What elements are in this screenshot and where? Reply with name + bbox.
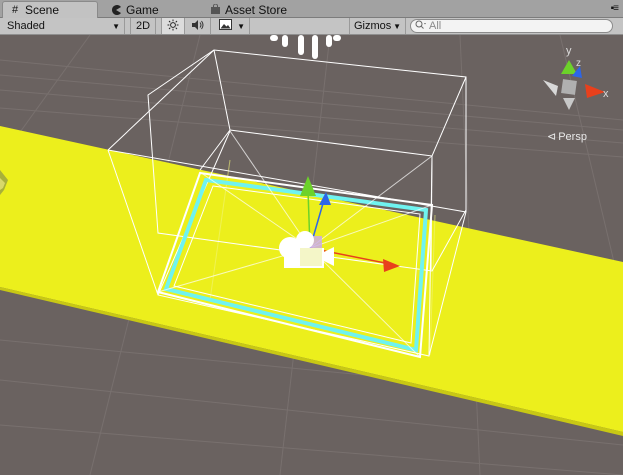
window-menu-icon[interactable]: ▪≡ bbox=[611, 3, 619, 14]
gizmos-dropdown[interactable]: Gizmos ▼ bbox=[349, 18, 406, 34]
search-input[interactable] bbox=[429, 20, 599, 32]
projection-toggle[interactable]: ⊲ Persp bbox=[547, 130, 587, 144]
search-field[interactable] bbox=[410, 19, 613, 33]
tab-game[interactable]: Game bbox=[104, 1, 194, 18]
dropdown-arrow-icon: ▼ bbox=[237, 21, 245, 31]
search-icon bbox=[415, 20, 427, 33]
2d-toggle-label: 2D bbox=[135, 20, 151, 32]
lighting-toggle-button[interactable] bbox=[161, 18, 185, 34]
store-bag-icon bbox=[209, 4, 221, 16]
scene-toolbar: Shaded ▼ 2D ▼ Gizmos ▼ bbox=[0, 18, 623, 35]
tab-scene-label: Scene bbox=[25, 3, 60, 17]
chevron-left-icon: ⊲ bbox=[547, 131, 557, 143]
draw-mode-label: Shaded bbox=[7, 20, 45, 32]
sun-light-gizmo-icon[interactable] bbox=[270, 35, 341, 59]
projection-label: Persp bbox=[558, 130, 587, 143]
sun-icon bbox=[167, 19, 179, 34]
dropdown-arrow-icon: ▼ bbox=[112, 21, 120, 31]
tab-bar: # Scene Game Asset Store ▪≡ bbox=[0, 0, 623, 18]
draw-mode-dropdown[interactable]: Shaded ▼ bbox=[0, 18, 125, 34]
audio-toggle-button[interactable] bbox=[185, 18, 211, 34]
effects-dropdown[interactable]: ▼ bbox=[211, 18, 250, 34]
speaker-icon bbox=[191, 19, 205, 34]
tab-asset-store-label: Asset Store bbox=[225, 2, 288, 17]
2d-toggle-button[interactable]: 2D bbox=[130, 18, 156, 34]
gizmos-label: Gizmos bbox=[354, 20, 392, 32]
tab-game-label: Game bbox=[126, 2, 159, 17]
tab-scene[interactable]: # Scene bbox=[2, 1, 98, 18]
scene-viewport[interactable]: y z x bbox=[0, 35, 623, 475]
scene-hash-icon: # bbox=[11, 3, 19, 16]
axis-z-label: z bbox=[576, 58, 581, 69]
tab-asset-store[interactable]: Asset Store bbox=[203, 1, 313, 18]
dropdown-arrow-icon: ▼ bbox=[393, 21, 401, 31]
axis-x-label: x bbox=[603, 88, 609, 100]
image-icon bbox=[219, 19, 232, 33]
axis-y-label: y bbox=[566, 45, 572, 57]
yellow-ground-plane[interactable] bbox=[0, 126, 623, 432]
pacman-game-icon bbox=[110, 4, 122, 16]
